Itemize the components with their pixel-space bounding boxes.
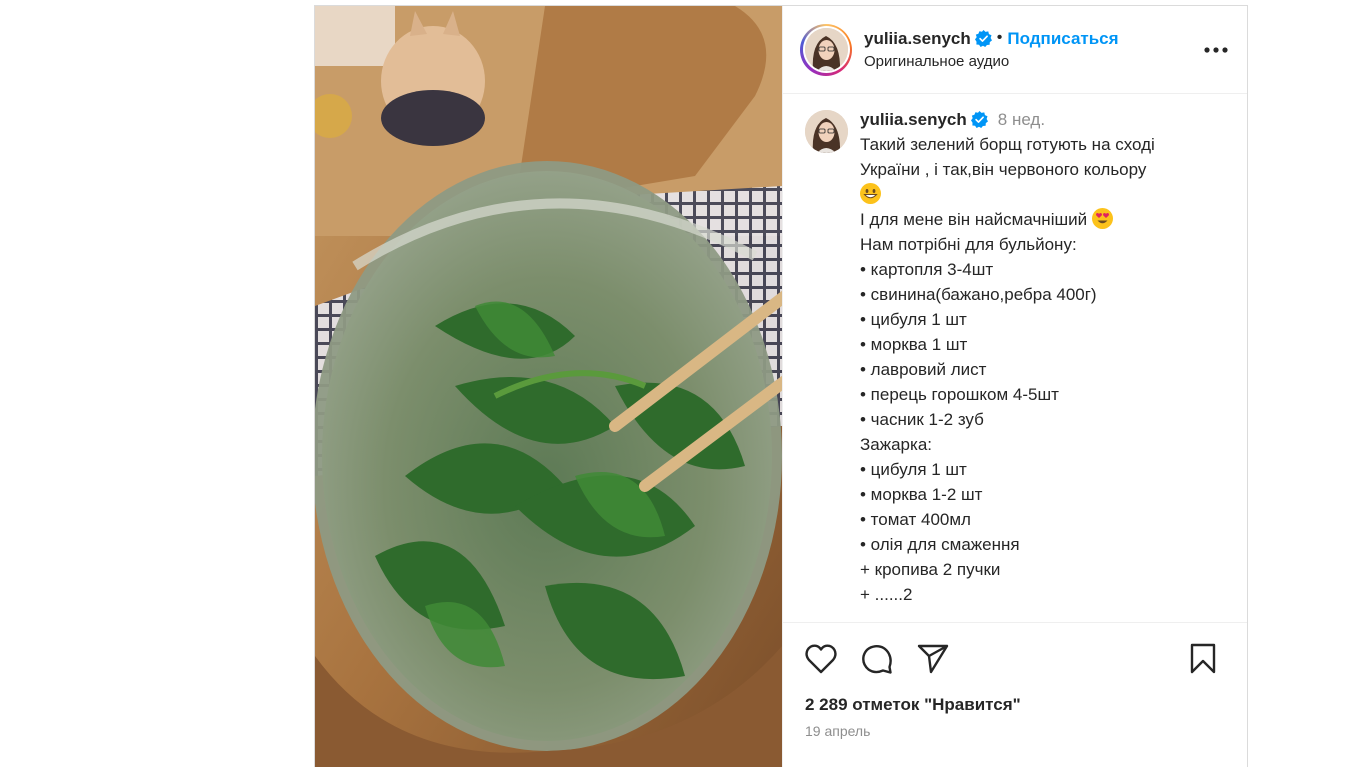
caption: yuliia.senych 8 нед. Такий зелений борщ … <box>860 110 1231 622</box>
post-container: yuliia.senych • Подписаться Оригинальное… <box>314 5 1248 767</box>
bookmark-icon[interactable] <box>1187 643 1219 675</box>
likes-count[interactable]: 2 289 отметок "Нравится" <box>805 695 1225 715</box>
post-video[interactable] <box>315 6 782 767</box>
actions-bar <box>805 643 1225 675</box>
caption-username[interactable]: yuliia.senych <box>860 107 967 132</box>
caption-line: Такий зелений борщ готують на сході <box>860 135 1155 154</box>
caption-line: України , і так,він червоного кольору <box>860 160 1147 179</box>
caption-area[interactable]: yuliia.senych 8 нед. Такий зелений борщ … <box>783 94 1247 622</box>
author-username[interactable]: yuliia.senych <box>864 28 971 49</box>
caption-line: • часник 1-2 зуб <box>860 410 984 429</box>
profile-photo-icon <box>804 28 848 71</box>
separator-dot: • <box>996 29 1003 47</box>
post-date[interactable]: 19 апрель <box>805 723 1225 739</box>
caption-line: • морква 1-2 шт <box>860 485 983 504</box>
post-actions-area: 2 289 отметок "Нравится" 19 апрель <box>783 622 1247 767</box>
caption-line: • перець горошком 4-5шт <box>860 385 1059 404</box>
author-avatar <box>804 28 848 71</box>
caption-line: І для мене він найсмачніший <box>860 207 1231 232</box>
original-audio-link[interactable]: Оригинальное аудио <box>864 53 1201 72</box>
post-header: yuliia.senych • Подписаться Оригинальное… <box>783 6 1247 94</box>
video-frame <box>315 6 782 767</box>
caption-author-avatar[interactable] <box>805 110 848 153</box>
caption-line: • картопля 3-4шт <box>860 260 994 279</box>
author-avatar-ring[interactable] <box>800 23 852 76</box>
heart-icon[interactable] <box>805 643 837 675</box>
caption-line: • томат 400мл <box>860 510 971 529</box>
comment-icon[interactable] <box>861 643 893 675</box>
caption-line <box>860 182 1231 207</box>
follow-button[interactable]: Подписаться <box>1007 28 1118 49</box>
caption-line: + ......2 <box>860 585 913 604</box>
caption-line: Нам потрібні для бульйону: <box>860 235 1077 254</box>
grinning-face-emoji-icon <box>860 183 881 204</box>
caption-line: • свинина(бажано,ребра 400г) <box>860 285 1097 304</box>
caption-line: + кропива 2 пучки <box>860 560 1001 579</box>
caption-line: • цибуля 1 шт <box>860 310 967 329</box>
caption-line: • цибуля 1 шт <box>860 460 967 479</box>
caption-line: • лавровий лист <box>860 360 987 379</box>
verified-badge-icon <box>974 29 992 47</box>
post-sidebar: yuliia.senych • Подписаться Оригинальное… <box>782 6 1247 767</box>
heart-eyes-emoji-icon <box>1091 208 1113 229</box>
profile-photo-icon <box>805 110 848 153</box>
post-time[interactable]: 8 нед. <box>998 107 1045 132</box>
paper-plane-icon[interactable] <box>917 643 949 675</box>
more-options-icon[interactable] <box>1201 35 1231 65</box>
verified-badge-icon <box>970 111 988 128</box>
caption-line: • олія для смаження <box>860 535 1020 554</box>
caption-line: Зажарка: <box>860 435 932 454</box>
caption-line: • морква 1 шт <box>860 335 968 354</box>
